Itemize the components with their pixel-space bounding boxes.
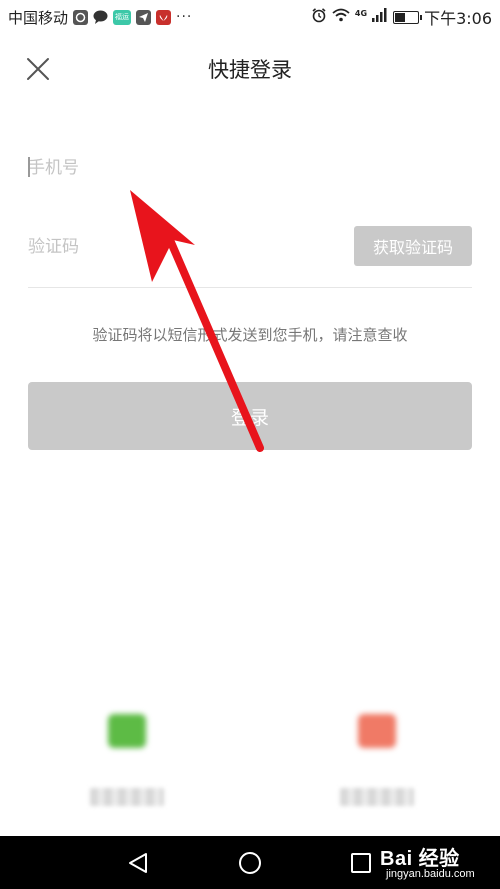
carrier-name: 中国移动 (8, 8, 69, 27)
home-circle-icon (239, 852, 261, 874)
chat-icon (93, 10, 108, 25)
verification-code-row: 获取验证码 (28, 222, 472, 288)
page-title: 快捷登录 (208, 58, 292, 82)
battery-icon (393, 10, 423, 24)
get-code-button[interactable]: 获取验证码 (354, 226, 472, 266)
wechat-icon (108, 714, 146, 748)
baidu-jingyan-watermark: Bai 经验 jingyan.baidu.com (380, 836, 500, 889)
home-button[interactable] (238, 851, 262, 875)
weibo-icon (358, 714, 396, 748)
sms-hint-text: 验证码将以短信形式发送到您手机，请注意查收 (92, 326, 408, 344)
gallery-icon (73, 9, 89, 25)
watermark-brand: Bai 经验 (380, 848, 460, 870)
weibo-login-option[interactable] (336, 706, 416, 816)
status-bar-right: 4G 下午3:06 (311, 5, 492, 29)
wechat-login-label (90, 788, 164, 806)
signal-icon (372, 8, 388, 26)
login-button[interactable]: 登录 (28, 382, 472, 450)
back-triangle-icon (129, 853, 147, 873)
more-notifications: ··· (176, 9, 193, 25)
weibo-login-label (340, 788, 414, 806)
alarm-icon (311, 7, 327, 27)
wechat-login-option[interactable] (86, 706, 166, 816)
phone-field-row (28, 140, 472, 196)
recent-square-icon (351, 853, 371, 873)
badge-icon: 福运 (113, 9, 132, 25)
back-button[interactable] (126, 852, 150, 874)
status-time: 下午3:06 (424, 9, 492, 28)
header: 快捷登录 (0, 44, 500, 94)
verification-code-input[interactable] (28, 227, 328, 267)
network-type: 4G (354, 9, 368, 18)
wifi-icon (332, 8, 350, 26)
watermark-url: jingyan.baidu.com (386, 868, 475, 880)
recent-apps-button[interactable] (350, 852, 372, 874)
huawei-icon (156, 9, 172, 25)
status-bar-left: 中国移动 福运 ··· (8, 7, 192, 28)
send-icon (136, 9, 152, 25)
status-bar: 中国移动 福运 ··· 4G 下午3:06 (0, 0, 500, 34)
text-cursor (28, 157, 30, 177)
phone-number-input[interactable] (28, 140, 472, 196)
